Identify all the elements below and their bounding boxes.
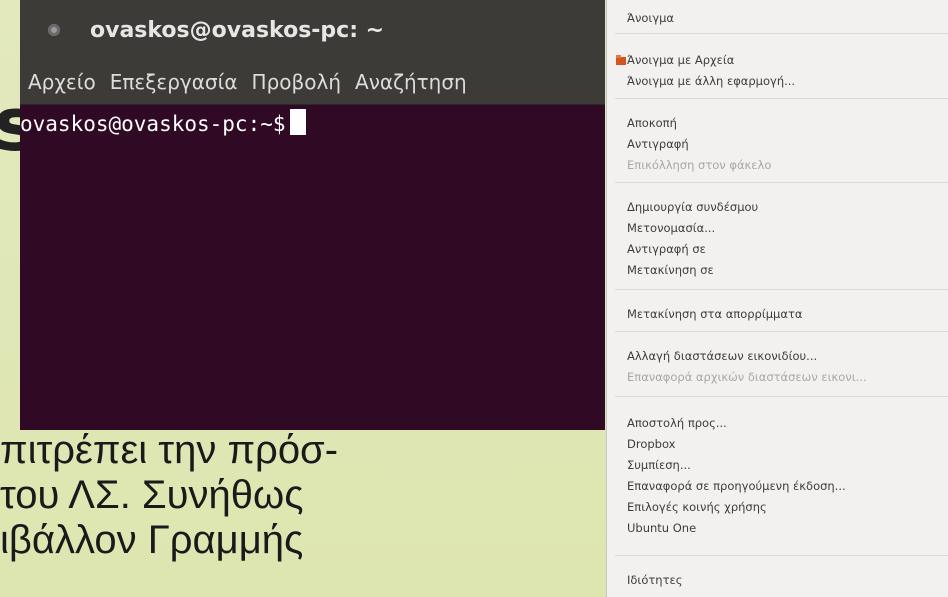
terminal-cursor [289,109,306,135]
menu-separator [615,331,948,332]
terminal-title: ovaskos@ovaskos-pc: ~ [90,17,385,43]
menu-item-label: Μετακίνηση σε [627,263,714,277]
context-menu: Άνοιγμα Άνοιγμα με Αρχεία Άνοιγμα με άλλ… [606,0,948,597]
window-close-icon[interactable] [48,24,60,36]
files-app-icon [616,55,626,65]
menu-item-copy[interactable]: Αντιγραφή [627,134,689,154]
menu-item-make-link[interactable]: Δημιουργία συνδέσμου [627,197,758,217]
menu-item-resize-icon[interactable]: Αλλαγή διαστάσεων εικονιδίου... [627,346,817,366]
menu-separator [615,98,948,99]
menu-item-send-to[interactable]: Αποστολή προς... [627,413,727,433]
menu-item-move-to-trash[interactable]: Μετακίνηση στα απορρίμματα [627,304,802,324]
menu-item-open-with-files[interactable]: Άνοιγμα με Αρχεία [616,50,735,70]
terminal-titlebar[interactable]: ovaskos@ovaskos-pc: ~ [20,0,605,60]
menu-file[interactable]: Αρχείο [28,70,96,94]
menu-separator [615,182,948,183]
menu-separator [615,555,948,556]
menu-view[interactable]: Προβολή [252,70,341,94]
slide-body-line: ιβάλλον Γραμμής [0,518,304,562]
menu-edit[interactable]: Επεξεργασία [110,70,238,94]
menu-item-cut[interactable]: Αποκοπή [627,113,677,133]
menu-separator [615,396,948,397]
menu-item-dropbox[interactable]: Dropbox [627,434,675,454]
menu-item-properties[interactable]: Ιδιότητες [627,570,682,590]
menu-separator [615,289,948,290]
slide-body-line: πιτρέπει την πρόσ- [0,428,339,472]
menu-item-open[interactable]: Άνοιγμα [627,8,674,28]
menu-item-paste-into-folder: Επικόλληση στον φάκελο [627,158,772,172]
menu-item-label: Άνοιγμα με Αρχεία [627,53,735,67]
menu-separator [615,33,948,34]
menu-item-compress[interactable]: Συμπίεση... [627,455,691,475]
menu-search[interactable]: Αναζήτηση [355,70,467,94]
menu-item-move-to[interactable]: Μετακίνηση σε [627,260,714,280]
menu-item-ubuntu-one[interactable]: Ubuntu One [627,518,696,538]
slide-body-line: του ΛΣ. Συνήθως [0,473,304,517]
menu-item-label: Αντιγραφή σε [627,242,706,256]
terminal-output[interactable]: ovaskos@ovaskos-pc:~$ [20,105,605,139]
slide-body-text: πιτρέπει την πρόσ- του ΛΣ. Συνήθως ιβάλλ… [0,428,600,597]
terminal-prompt: ovaskos@ovaskos-pc:~$ [20,112,286,136]
menu-item-restore-icon-size: Επαναφορά αρχικών διαστάσεων εικονι... [627,370,867,384]
menu-item-sharing-options[interactable]: Επιλογές κοινής χρήσης [627,497,767,517]
menu-item-restore-previous-version[interactable]: Επαναφορά σε προηγούμενη έκδοση... [627,476,846,496]
menu-item-copy-to[interactable]: Αντιγραφή σε [627,239,706,259]
terminal-window[interactable]: ovaskos@ovaskos-pc: ~ Αρχείο Επεξεργασία… [20,0,605,430]
terminal-menubar: Αρχείο Επεξεργασία Προβολή Αναζήτηση [20,60,605,105]
menu-item-rename[interactable]: Μετονομασία... [627,218,715,238]
menu-item-open-with-other[interactable]: Άνοιγμα με άλλη εφαρμογή... [627,71,795,91]
